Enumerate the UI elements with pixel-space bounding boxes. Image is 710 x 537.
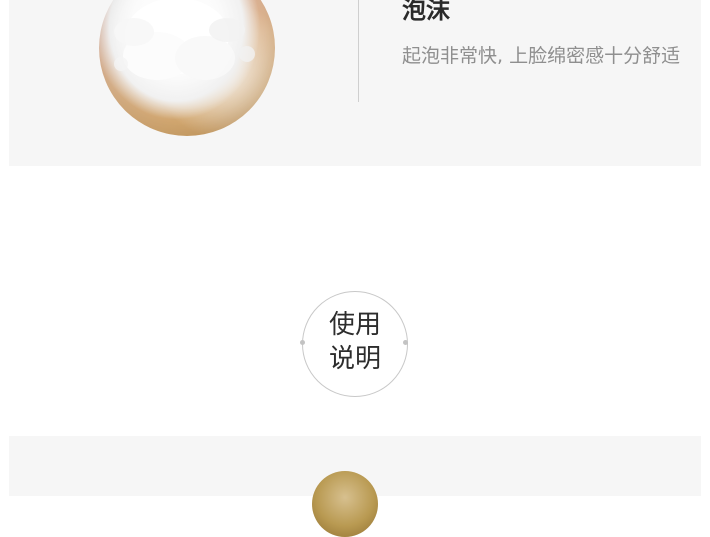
foam-lather-photo [99, 0, 275, 136]
badge-line-1: 使用 [328, 310, 381, 340]
next-panel-photo [312, 471, 378, 537]
feature-description: 起泡非常快, 上脸绵密感十分舒适 [402, 45, 681, 67]
vertical-divider [358, 0, 359, 102]
usage-section-badge: 使用 说明 [300, 291, 408, 397]
next-feature-panel [9, 436, 701, 537]
foam-illustration [114, 0, 255, 80]
feature-title: 泡沫 [402, 0, 450, 24]
foam-feature-panel: 泡沫 起泡非常快, 上脸绵密感十分舒适 [9, 0, 701, 166]
badge-line-2: 说明 [328, 344, 381, 374]
badge-text: 使用 说明 [302, 308, 408, 376]
